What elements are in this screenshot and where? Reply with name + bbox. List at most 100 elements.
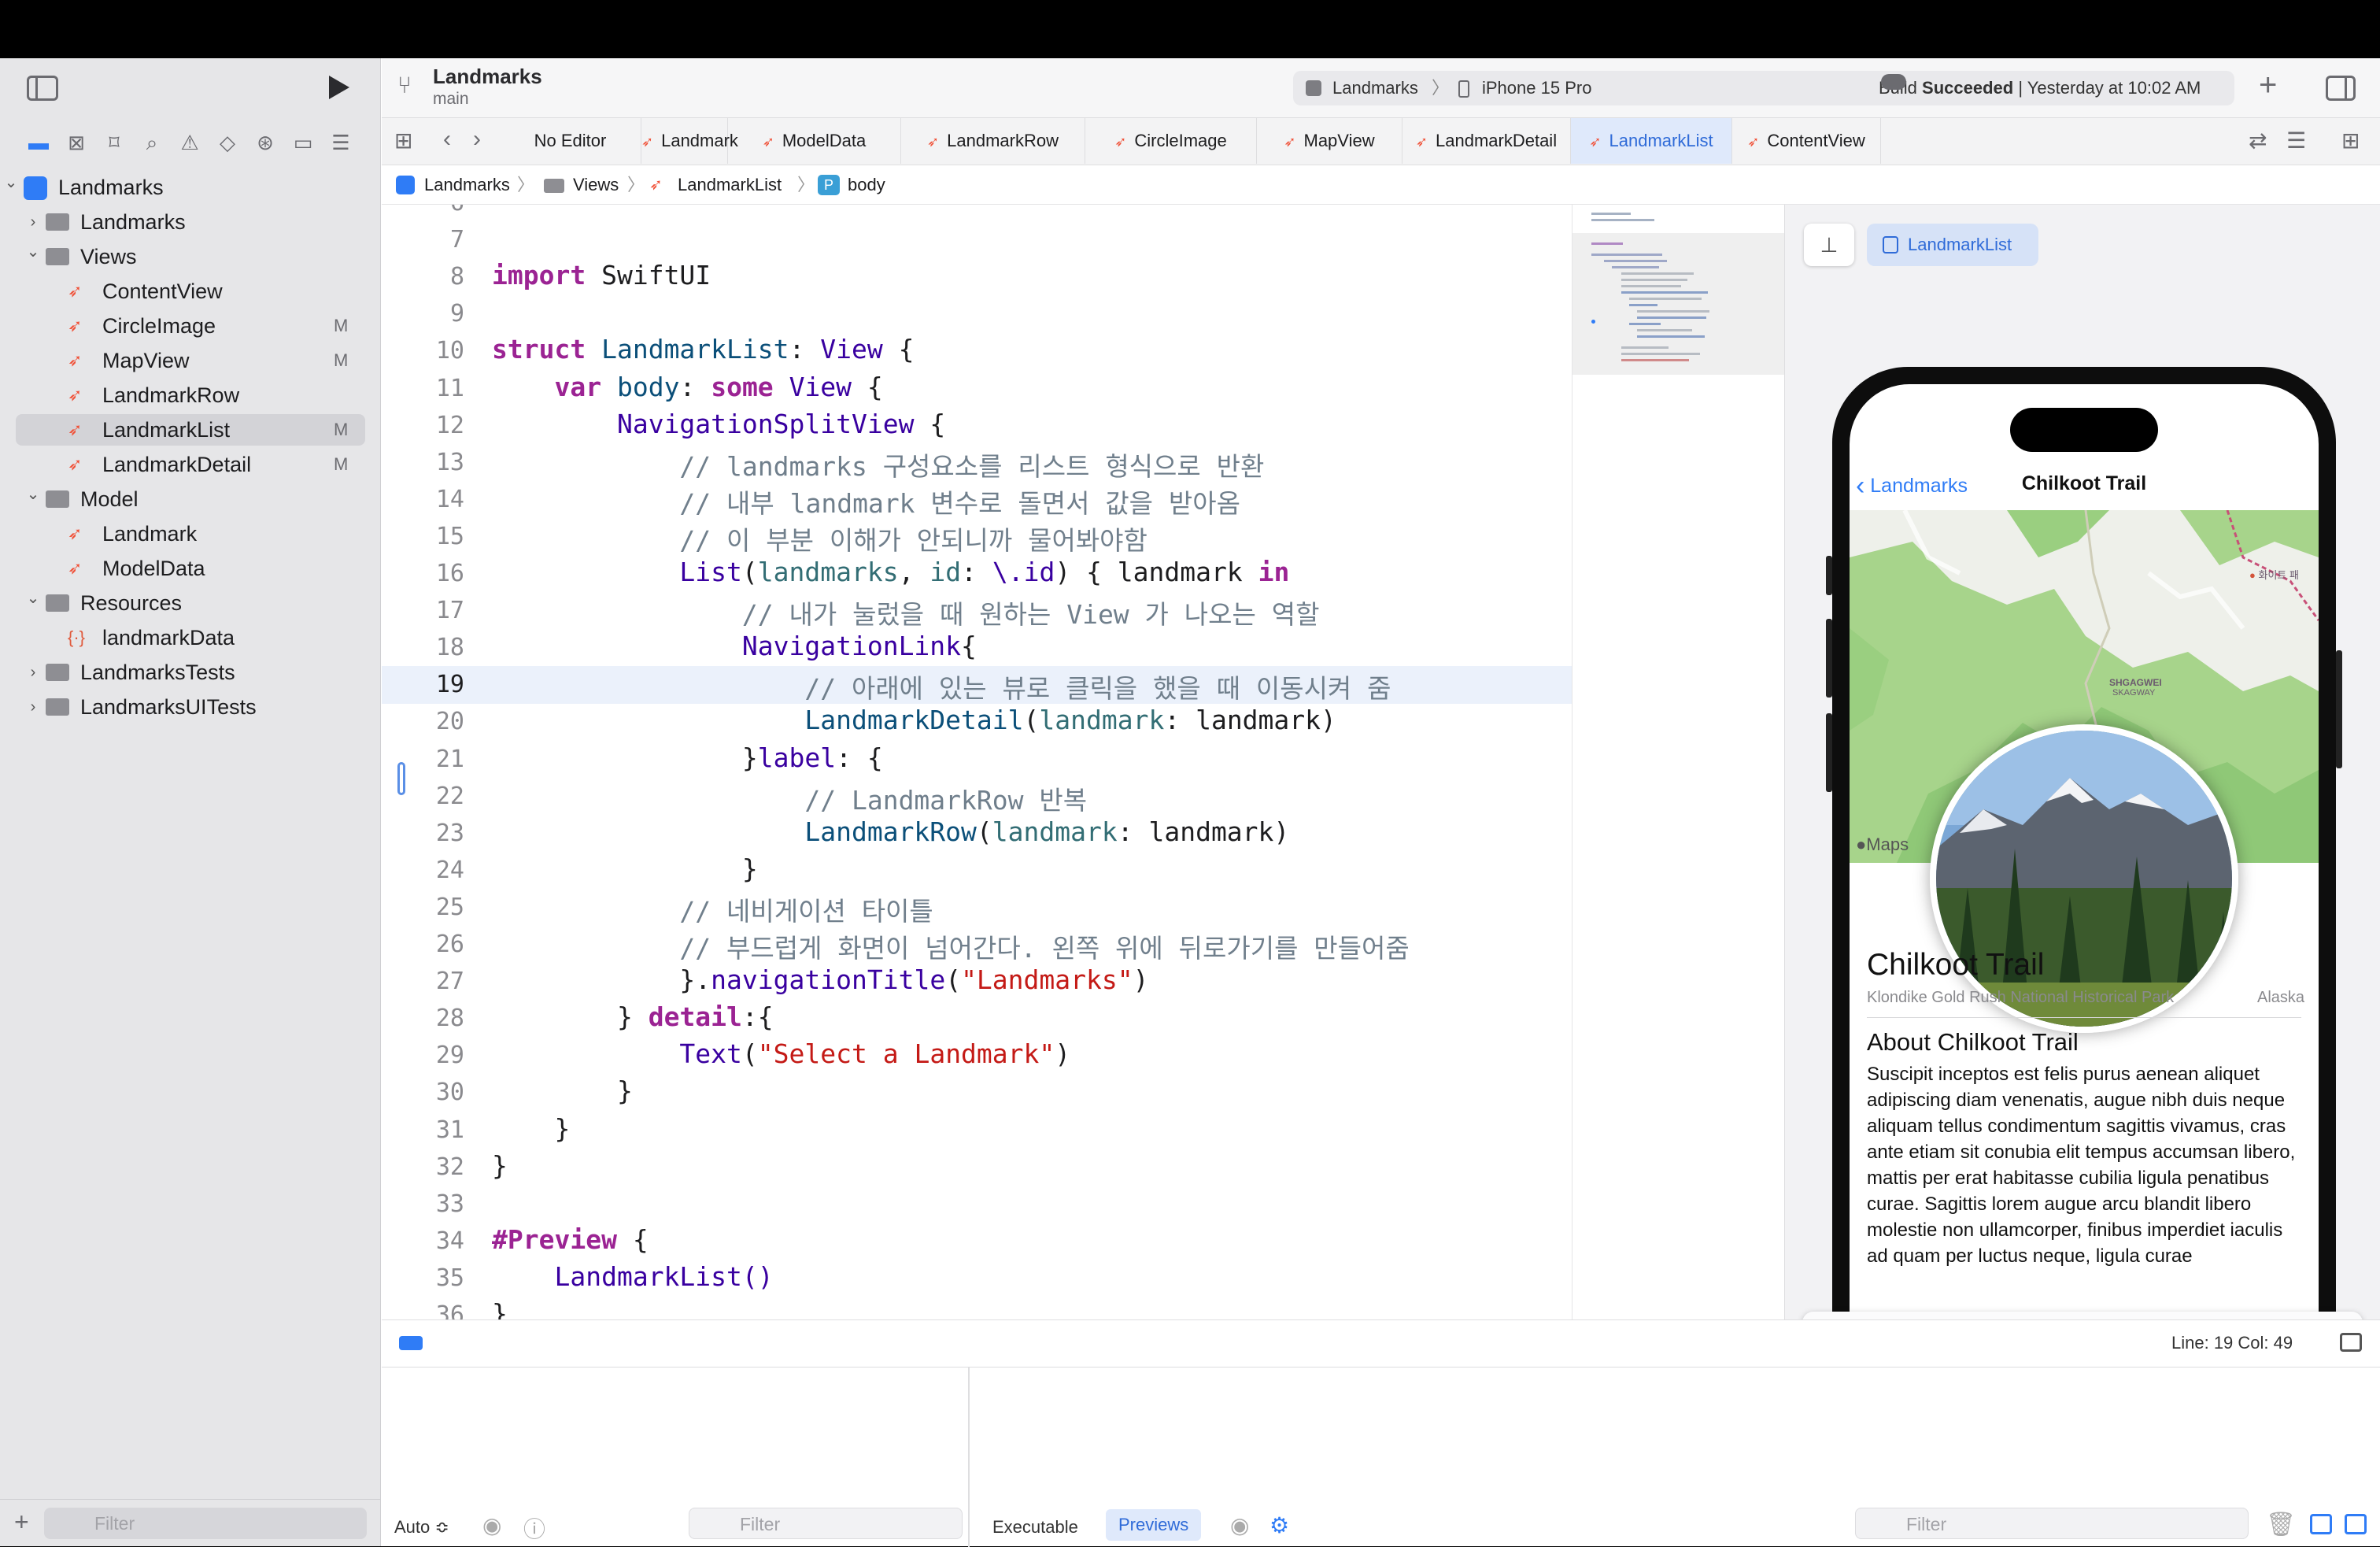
variables-scope-select[interactable]: Auto ≎ xyxy=(394,1517,449,1538)
source-control-icon[interactable]: ⊠ xyxy=(63,129,90,156)
editor-options-icon[interactable]: ☰ xyxy=(2286,128,2306,154)
report-icon[interactable]: ☰ xyxy=(327,129,354,156)
left-panel-icon[interactable] xyxy=(2310,1514,2332,1534)
nav-item[interactable]: ⌄ Landmarks xyxy=(5,172,365,203)
nav-item[interactable]: ➶ MapView M xyxy=(16,345,365,376)
nav-item[interactable]: ➶ LandmarkDetail M xyxy=(16,449,365,480)
inspector-toggle-icon[interactable] xyxy=(2326,76,2356,101)
code-line[interactable]: // landmarks 구성요소를 리스트 형식으로 반환 xyxy=(492,446,1264,483)
nav-item[interactable]: {·} landmarkData xyxy=(16,622,365,653)
related-items-icon[interactable]: ⇄ xyxy=(2249,128,2267,154)
preview-chip[interactable]: LandmarkList xyxy=(1867,224,2038,266)
right-panel-icon[interactable] xyxy=(2345,1514,2367,1534)
eye-icon[interactable]: ◉ xyxy=(1230,1512,1249,1538)
tab-mapview[interactable]: ➶ MapView xyxy=(1257,118,1402,164)
code-line[interactable]: LandmarkDetail(landmark: landmark) xyxy=(492,705,1336,735)
tab-no-editor[interactable]: No Editor xyxy=(500,118,641,164)
jump-file[interactable]: LandmarkList xyxy=(678,165,782,205)
trash-icon[interactable]: 🗑 xyxy=(2266,1511,2296,1538)
code-line[interactable]: } xyxy=(492,1298,508,1319)
bookmark-icon[interactable]: ⌑ xyxy=(101,129,128,156)
jump-folder[interactable]: Views xyxy=(573,165,619,205)
nav-item[interactable]: › LandmarksTests xyxy=(16,657,365,688)
code-line[interactable]: List(landmarks, id: \.id) { landmark in xyxy=(492,557,1289,587)
nav-item[interactable]: ➶ LandmarkList M xyxy=(16,414,365,446)
tab-modeldata[interactable]: ➶ ModelData xyxy=(728,118,901,164)
code-line[interactable]: } xyxy=(492,1113,570,1144)
code-line[interactable]: }label: { xyxy=(492,742,883,773)
code-line[interactable]: LandmarkList() xyxy=(492,1261,773,1292)
code-line[interactable]: #Preview { xyxy=(492,1224,649,1255)
code-line[interactable]: } xyxy=(492,853,758,884)
breakpoint-icon[interactable]: ▭ xyxy=(290,129,316,156)
scheme-selector[interactable]: Landmarks 〉 iPhone 15 Pro Build Succeede… xyxy=(1293,71,2234,105)
console-filter-input[interactable]: Filter xyxy=(1855,1508,2249,1539)
minimap[interactable] xyxy=(1572,205,1785,1319)
navigator-filter-input[interactable]: Filter xyxy=(44,1508,367,1539)
nav-item[interactable]: › Landmarks xyxy=(16,206,365,238)
chevron-down-icon[interactable]: ⌄ xyxy=(24,236,42,268)
chevron-right-icon[interactable]: › xyxy=(24,206,42,238)
nav-item[interactable]: ➶ Landmark xyxy=(16,518,365,550)
hide-debug-icon[interactable] xyxy=(2340,1333,2362,1352)
tab-landmark[interactable]: ➶ Landmark xyxy=(641,118,738,164)
grid-icon[interactable]: ⊞ xyxy=(394,128,412,154)
tab-landmarklist[interactable]: ➶ LandmarkList xyxy=(1571,118,1732,164)
breakpoint-toggle-icon[interactable] xyxy=(399,1336,423,1350)
code-line[interactable]: } detail:{ xyxy=(492,1001,774,1032)
code-line[interactable]: // 아래에 있는 뷰로 클릭을 했을 때 이동시켜 줌 xyxy=(492,668,1391,705)
jump-project[interactable]: Landmarks xyxy=(424,165,510,205)
scheme-name[interactable]: Landmarks xyxy=(1332,71,1418,105)
code-line[interactable]: LandmarkRow(landmark: landmark) xyxy=(492,816,1289,847)
pin-button[interactable]: ⊥ xyxy=(1804,224,1854,266)
find-icon[interactable]: ⌕ xyxy=(139,129,165,156)
nav-item[interactable]: › LandmarksUITests xyxy=(16,691,365,723)
sidebar-toggle-icon[interactable] xyxy=(27,76,58,101)
source-editor[interactable]: 6 7 8 import SwiftUI 9 10 struct LandmarkList:… xyxy=(382,205,1572,1319)
nav-item[interactable]: ➶ ModelData xyxy=(16,553,365,584)
tab-landmarkrow[interactable]: ➶ LandmarkRow xyxy=(901,118,1085,164)
code-line[interactable]: NavigationSplitView { xyxy=(492,409,945,439)
test-icon[interactable]: ◇ xyxy=(214,129,241,156)
chevron-right-icon[interactable]: › xyxy=(24,657,42,688)
tab-circleimage[interactable]: ➶ CircleImage xyxy=(1085,118,1257,164)
code-line[interactable]: // 부드럽게 화면이 넘어간다. 왼쪽 위에 뒤로가기를 만들어줌 xyxy=(492,927,1409,965)
debug-icon[interactable]: ⊛ xyxy=(252,129,279,156)
jump-symbol[interactable]: body xyxy=(848,165,885,205)
code-line[interactable]: } xyxy=(492,1150,508,1181)
nav-item[interactable]: ⌄ Views xyxy=(16,241,365,272)
nav-item[interactable]: ➶ ContentView xyxy=(16,276,365,307)
info-icon[interactable]: ⓘ xyxy=(523,1512,545,1544)
previews-tab[interactable]: Previews xyxy=(1106,1509,1202,1541)
code-line[interactable]: import SwiftUI xyxy=(492,260,711,291)
nav-item[interactable]: ⌄ Model xyxy=(16,483,365,515)
code-line[interactable]: }.navigationTitle("Landmarks") xyxy=(492,964,1148,995)
forward-icon[interactable]: › xyxy=(473,126,481,153)
executable-tab[interactable]: Executable xyxy=(992,1517,1078,1538)
toggle-icon[interactable]: ⚙ xyxy=(1269,1512,1289,1538)
nav-item[interactable]: ➶ CircleImage M xyxy=(16,310,365,342)
chevron-down-icon[interactable]: ⌄ xyxy=(2,167,20,198)
nav-item[interactable]: ➶ LandmarkRow xyxy=(16,379,365,411)
code-line[interactable]: } xyxy=(492,1075,633,1106)
tab-contentview[interactable]: ➶ ContentView xyxy=(1732,118,1881,164)
code-line[interactable]: Text("Select a Landmark") xyxy=(492,1038,1070,1069)
variables-filter-input[interactable]: Filter xyxy=(689,1508,963,1539)
back-icon[interactable]: ‹ xyxy=(443,126,451,153)
device-name[interactable]: iPhone 15 Pro xyxy=(1482,71,1591,105)
code-line[interactable]: struct LandmarkList: View { xyxy=(492,334,915,365)
chevron-down-icon[interactable]: ⌄ xyxy=(24,583,42,614)
add-icon[interactable]: + xyxy=(14,1508,29,1537)
tab-landmarkdetail[interactable]: ➶ LandmarkDetail xyxy=(1402,118,1571,164)
code-line[interactable]: // LandmarkRow 반복 xyxy=(492,779,1087,817)
add-editor-icon[interactable]: ⊞ xyxy=(2341,128,2360,154)
chevron-down-icon[interactable]: ⌄ xyxy=(24,479,42,510)
code-line[interactable]: // 네비게이션 타이틀 xyxy=(492,890,933,928)
project-navigator-icon[interactable]: ▬ xyxy=(25,129,52,156)
code-line[interactable]: NavigationLink{ xyxy=(492,631,977,661)
code-line[interactable]: // 이 부분 이해가 안되니까 물어봐야함 xyxy=(492,520,1147,557)
eye-icon[interactable]: ◉ xyxy=(482,1512,501,1538)
code-line[interactable]: // 내부 landmark 변수로 돌면서 값을 받아옴 xyxy=(492,483,1240,520)
add-library-icon[interactable]: + xyxy=(2259,68,2277,103)
nav-item[interactable]: ⌄ Resources xyxy=(16,587,365,619)
